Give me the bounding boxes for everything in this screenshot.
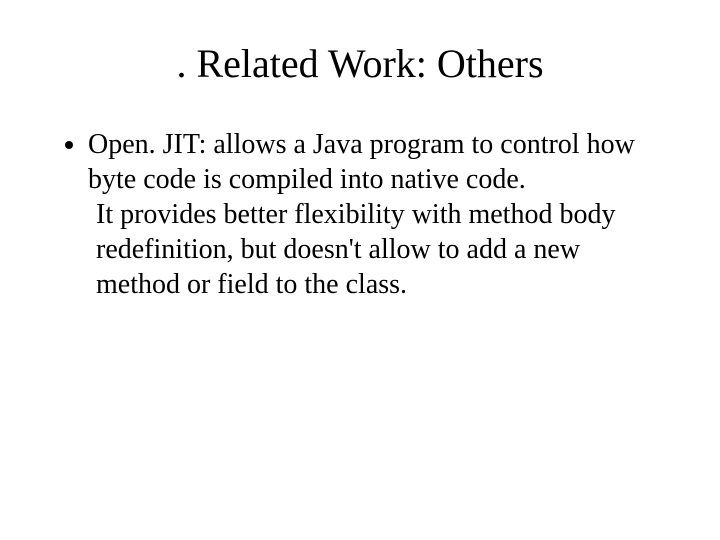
list-item: Open. JIT: allows a Java program to cont… (88, 127, 660, 302)
bullet-text-line1: Open. JIT: allows a Java program to cont… (88, 127, 660, 197)
bullet-list: Open. JIT: allows a Java program to cont… (60, 127, 660, 302)
slide: . Related Work: Others Open. JIT: allows… (0, 0, 720, 540)
bullet-text-line2: It provides better flexibility with meth… (96, 197, 660, 302)
slide-title: . Related Work: Others (60, 40, 660, 87)
slide-body: Open. JIT: allows a Java program to cont… (60, 127, 660, 302)
